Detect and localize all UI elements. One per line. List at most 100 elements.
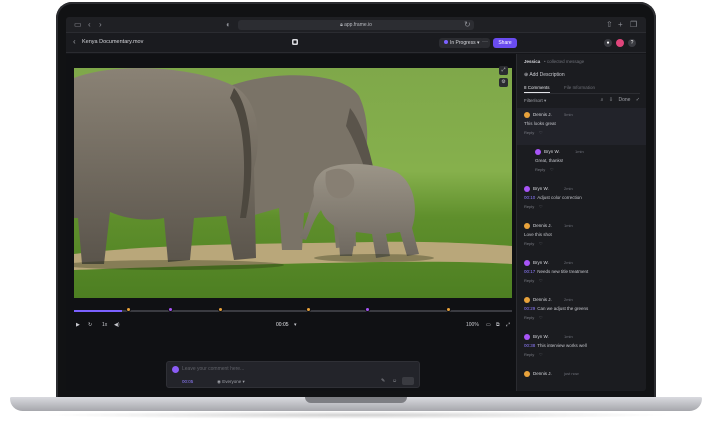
comment-marker[interactable] — [445, 307, 451, 312]
comment-timestamp[interactable]: 00:38 — [524, 343, 535, 348]
comment-time: 2min — [564, 297, 573, 302]
share-button[interactable]: Share — [493, 38, 517, 48]
help-icon[interactable]: ? — [628, 39, 636, 47]
back-to-project-icon[interactable]: ‹ — [73, 37, 76, 46]
back-icon[interactable]: ‹ — [88, 20, 91, 30]
comment-avatar — [535, 149, 541, 155]
reload-icon[interactable]: ↻ — [464, 20, 471, 30]
captions-icon[interactable]: ▭ — [486, 320, 491, 330]
tabs-icon[interactable]: ❐ — [630, 20, 637, 30]
comment-time: 2min — [564, 260, 573, 265]
status-dot — [444, 40, 448, 44]
download-icon[interactable]: ⇩ — [609, 97, 613, 103]
comment-item[interactable]: Bryn W. 2min 00:10 Adjust color correction R… — [517, 182, 646, 219]
comment-item[interactable]: Dennis J. 1min Love this shot Reply ♡ — [517, 219, 646, 256]
comment-body: Great, thanks! — [535, 158, 564, 163]
reply-button[interactable]: Reply — [524, 204, 534, 210]
like-icon[interactable]: ♡ — [539, 130, 543, 136]
reply-button[interactable]: Reply — [524, 130, 534, 136]
comment-item[interactable]: Bryn W. 2min 00:17 Needs new title treatmen… — [517, 256, 646, 293]
done-button[interactable]: Done — [618, 97, 630, 103]
reply-button[interactable]: Reply — [524, 278, 534, 284]
tab-comments[interactable]: 8 Comments — [524, 84, 550, 93]
comment-time: 5min — [564, 112, 573, 117]
play-icon[interactable]: ▶ — [76, 320, 80, 330]
comment-avatar — [524, 260, 530, 266]
address-bar[interactable]: 🔒︎ app.frame.io — [238, 20, 474, 30]
composer-avatar — [172, 366, 179, 373]
comment-marker[interactable] — [364, 307, 370, 312]
comment-text: Love this shot — [524, 232, 552, 238]
reply-button[interactable]: Reply — [524, 352, 534, 358]
comment-timestamp[interactable]: 00:29 — [524, 306, 535, 311]
comment-item[interactable]: Bryn W. 1min 00:38 This interview works wel… — [517, 330, 646, 367]
comment-marker[interactable] — [305, 307, 311, 312]
reply-button[interactable]: Reply — [524, 315, 534, 321]
comment-body: Can we adjust the greens — [537, 306, 589, 311]
comment-text: This looks great — [524, 121, 556, 127]
comment-marker[interactable] — [167, 307, 173, 312]
laptop-notch — [305, 397, 407, 403]
like-icon[interactable]: ♡ — [539, 204, 543, 210]
comment-input-placeholder[interactable]: Leave your comment here... — [182, 366, 244, 373]
comment-text: 00:38 This interview works well — [524, 343, 587, 349]
chevron-down-icon: ▾ — [241, 379, 245, 384]
file-title: Kenya Documentary.mov — [82, 39, 144, 45]
playback-rate[interactable]: 1x — [102, 320, 107, 330]
filter-sort-dropdown[interactable]: Filter/sort ▾ — [524, 98, 546, 104]
check-circle-icon[interactable]: ✓ — [636, 97, 640, 103]
status-label: In Progress — [450, 40, 476, 46]
panel-tabs: 8 Comments File Information — [524, 84, 640, 94]
visibility-label: Everyone — [222, 379, 242, 384]
comment-body: Needs new title treatment — [537, 269, 589, 274]
timecode-dropdown-icon[interactable]: ▾ — [294, 320, 297, 330]
shield-icon: ◐ — [226, 20, 231, 29]
user-icon[interactable]: ● — [604, 39, 612, 47]
status-dropdown[interactable]: In Progress ▾ — [439, 38, 485, 48]
forward-icon[interactable]: › — [99, 20, 102, 30]
comment-toggle-icon[interactable] — [291, 38, 299, 46]
comment-avatar — [524, 223, 530, 229]
comment-item[interactable]: Dennis J. just now — [517, 367, 646, 391]
new-tab-icon[interactable]: + — [618, 20, 623, 30]
pip-icon[interactable]: ⧉ — [496, 320, 500, 330]
reply-button[interactable]: Reply — [535, 167, 545, 173]
visibility-dropdown[interactable]: ◉ Everyone ▾ — [217, 379, 245, 385]
draw-icon[interactable]: ✎ — [381, 378, 385, 384]
panel-tools: ⌕ ⇩ Done ✓ — [597, 97, 640, 103]
share-icon[interactable]: ⇧ — [606, 20, 613, 30]
timeline-progress — [74, 310, 123, 312]
comment-author: Dennis J. — [533, 112, 552, 117]
expand-icon[interactable]: ⤢ — [506, 320, 510, 330]
like-icon[interactable]: ♡ — [539, 278, 543, 284]
filter-label: Filter/sort — [524, 98, 543, 103]
like-icon[interactable]: ♡ — [539, 352, 543, 358]
comment-item[interactable]: Dennis J. 2min 00:29 Can we adjust the gree… — [517, 293, 646, 330]
tab-file-information[interactable]: File Information — [564, 84, 595, 92]
like-icon[interactable]: ♡ — [539, 241, 543, 247]
add-description-button[interactable]: ⊕ Add Description — [524, 72, 565, 78]
fullscreen-icon[interactable]: ⤢ — [499, 66, 508, 75]
comment-timestamp[interactable]: 00:10 — [524, 195, 535, 200]
comment-item[interactable]: Bryn W. 1min Great, thanks! Reply ♡ — [517, 145, 646, 182]
loop-icon[interactable]: ↻ — [88, 320, 92, 330]
video-frame[interactable] — [74, 68, 512, 298]
comment-item[interactable]: Dennis J. 5min This looks great Reply ♡ — [517, 108, 646, 145]
emoji-icon[interactable]: ☺ — [392, 378, 397, 384]
search-icon[interactable]: ⌕ — [601, 97, 604, 103]
like-icon[interactable]: ♡ — [539, 315, 543, 321]
current-time: 00:05 — [276, 322, 289, 328]
like-icon[interactable]: ♡ — [550, 167, 554, 173]
volume-icon[interactable]: ◀) — [114, 320, 120, 330]
reply-button[interactable]: Reply — [524, 241, 534, 247]
zoom-level[interactable]: 100% — [466, 320, 479, 330]
more-options-button[interactable]: ··· — [480, 38, 490, 48]
settings-icon[interactable]: ⚙ — [499, 78, 508, 87]
avatar[interactable] — [616, 39, 624, 47]
comment-composer[interactable]: Leave your comment here... 00:05 ◉ Every… — [166, 361, 420, 388]
send-button[interactable] — [402, 377, 414, 385]
screen: ▭ ‹ › ◐ 🔒︎ app.frame.io ↻ ⇧ + ❐ ‹ Kenya … — [66, 17, 646, 391]
sidebar-icon[interactable]: ▭ — [74, 20, 82, 30]
comment-timestamp[interactable]: 00:17 — [524, 269, 535, 274]
composer-timestamp[interactable]: 00:05 — [182, 379, 193, 384]
